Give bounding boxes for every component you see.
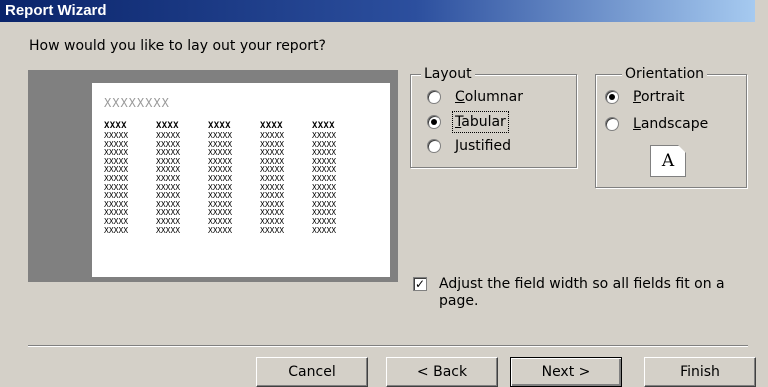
layout-preview: XXXXXXXX XXXX XXXXX XXXXX XXXXX XXXXX XXXXX XX… <box>28 70 398 282</box>
preview-cell: XXXXX <box>208 225 233 235</box>
cancel-button[interactable]: Cancel <box>256 357 368 387</box>
preview-columns: XXXX XXXXX XXXXX XXXXX XXXXX XXXXX XXXXX XXXXX X… <box>104 120 356 235</box>
radio-landscape-indicator[interactable] <box>605 117 619 131</box>
radio-landscape-label: Landscape <box>633 116 709 132</box>
finish-button[interactable]: Finish <box>644 357 756 387</box>
radio-portrait[interactable]: Portrait <box>605 89 684 105</box>
divider <box>28 345 748 347</box>
preview-cell: XXXXX <box>260 225 285 235</box>
window-title: Report Wizard <box>5 2 107 19</box>
next-button[interactable]: Next > <box>510 357 622 387</box>
adjust-width-label: Adjust the field width so all fields fit… <box>439 276 725 309</box>
orientation-group: Orientation Portrait Landscape A <box>595 66 747 188</box>
page-letter: A <box>661 151 675 171</box>
title-bar: Report Wizard <box>0 0 755 22</box>
preview-column: XXXX XXXXX XXXXX XXXXX XXXXX XXXXX XXXXX XXXXX X… <box>208 120 252 235</box>
back-button[interactable]: < Back <box>386 357 498 387</box>
radio-tabular-indicator[interactable] <box>427 115 441 129</box>
radio-justified-indicator[interactable] <box>427 139 441 153</box>
adjust-width-check-icon[interactable]: ✓ <box>413 277 427 291</box>
preview-column: XXXX XXXXX XXXXX XXXXX XXXXX XXXXX XXXXX XXXXX X… <box>312 120 356 235</box>
preview-page: XXXXXXXX XXXX XXXXX XXXXX XXXXX XXXXX XXXXX XX… <box>92 83 390 277</box>
question-text: How would you like to lay out your repor… <box>29 38 326 54</box>
radio-landscape[interactable]: Landscape <box>605 116 708 132</box>
report-wizard-dialog: Report Wizard How would you like to lay … <box>0 0 768 387</box>
preview-column: XXXX XXXXX XXXXX XXXXX XXXXX XXXXX XXXXX XXXXX X… <box>260 120 304 235</box>
radio-tabular-label: Tabular <box>452 111 509 133</box>
radio-columnar-indicator[interactable] <box>427 90 441 104</box>
radio-columnar[interactable]: Columnar <box>427 89 523 105</box>
radio-justified-label: Justified <box>455 138 512 154</box>
preview-column: XXXX XXXXX XXXXX XXXXX XXXXX XXXXX XXXXX XXXXX X… <box>156 120 200 235</box>
preview-column: XXXX XXXXX XXXXX XXXXX XXXXX XXXXX XXXXX XXXXX X… <box>104 120 148 235</box>
preview-cell: XXXXX <box>312 225 337 235</box>
preview-cell: XXXXX <box>104 225 129 235</box>
layout-group: Layout Columnar Tabular Justified <box>410 66 577 168</box>
preview-heading: XXXXXXXX <box>104 96 170 110</box>
radio-justified[interactable]: Justified <box>427 138 511 154</box>
preview-cell: XXXXX <box>156 225 181 235</box>
portrait-page-icon: A <box>650 145 686 177</box>
radio-portrait-label: Portrait <box>633 89 685 105</box>
layout-legend: Layout <box>421 66 475 82</box>
radio-columnar-label: Columnar <box>455 89 523 105</box>
radio-portrait-indicator[interactable] <box>605 90 619 104</box>
orientation-legend: Orientation <box>622 66 708 82</box>
radio-tabular[interactable]: Tabular <box>427 111 509 133</box>
